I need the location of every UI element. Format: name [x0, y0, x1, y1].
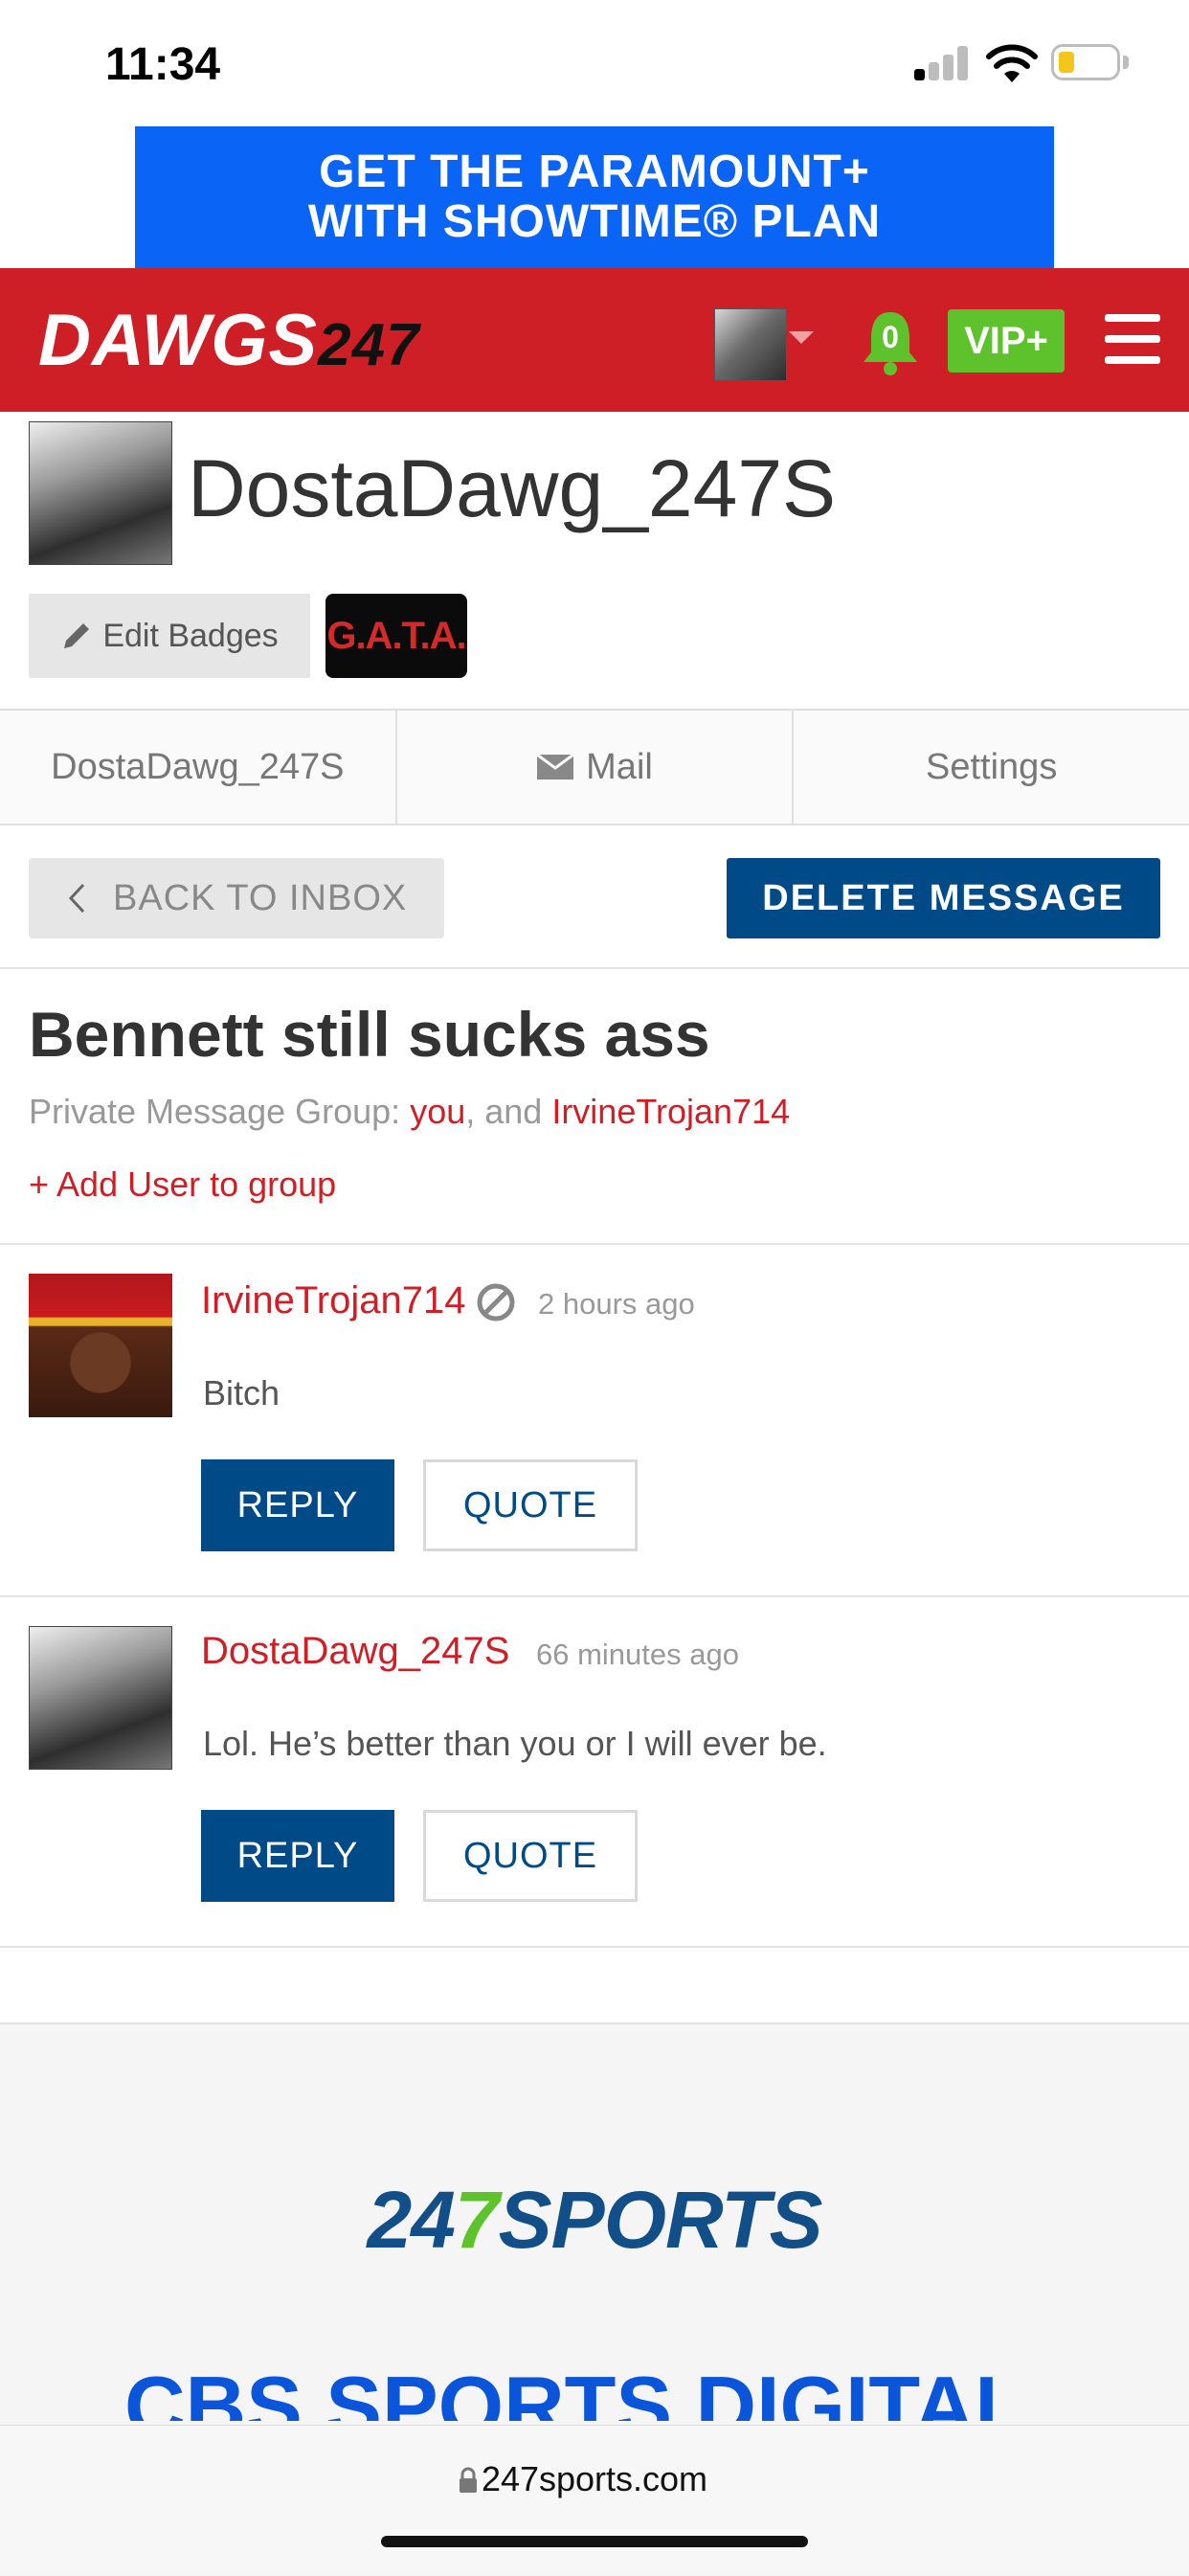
tab-mail-label: Mail	[586, 746, 653, 787]
247sports-logo[interactable]: 247SPORTS	[0, 2174, 1189, 2267]
ad-line-1: GET THE PARAMOUNT+	[319, 147, 870, 197]
battery-icon	[1051, 44, 1120, 80]
tab-settings[interactable]: Settings	[794, 711, 1189, 824]
group-member-link[interactable]: IrvineTrojan714	[551, 1092, 790, 1131]
chevron-left-icon	[68, 883, 85, 914]
gata-badge[interactable]: G.A.T.A.	[325, 594, 467, 678]
ad-banner[interactable]: GET THE PARAMOUNT+ WITH SHOWTIME® PLAN	[135, 126, 1054, 268]
edit-badges-label: Edit Badges	[102, 617, 279, 654]
back-label: BACK TO INBOX	[113, 877, 408, 918]
reply-button[interactable]: REPLY	[201, 1459, 394, 1551]
reply-button[interactable]: REPLY	[201, 1810, 394, 1902]
edit-badges-button[interactable]: Edit Badges	[29, 594, 310, 678]
message-author[interactable]: DostaDawg_247S	[201, 1630, 509, 1673]
add-user-to-group-link[interactable]: + Add User to group	[29, 1164, 336, 1205]
divider	[0, 967, 1189, 969]
header-user-avatar[interactable]	[714, 308, 787, 381]
logo-suffix: SPORTS	[498, 2175, 823, 2265]
group-separator: , and	[465, 1092, 552, 1131]
message-author-avatar	[29, 1626, 172, 1770]
battery-nub	[1123, 56, 1129, 69]
message-time: 66 minutes ago	[536, 1638, 739, 1671]
brand-text: DAWGS	[38, 300, 319, 381]
delete-message-button[interactable]: DELETE MESSAGE	[727, 858, 1160, 938]
status-time: 11:34	[105, 39, 221, 90]
quote-button[interactable]: QUOTE	[423, 1810, 638, 1902]
notification-count: 0	[882, 320, 899, 354]
thread-subject: Bennett still sucks ass	[29, 999, 710, 1070]
tab-mail[interactable]: Mail	[397, 711, 795, 824]
message-author[interactable]: IrvineTrojan714	[201, 1279, 465, 1322]
back-to-inbox-button[interactable]: BACK TO INBOX	[29, 858, 444, 938]
profile-username: DostaDawg_247S	[188, 443, 837, 533]
message-time: 2 hours ago	[538, 1287, 695, 1321]
browser-address-bar[interactable]	[0, 2425, 1189, 2575]
pencil-icon	[64, 623, 90, 648]
mail-icon	[536, 754, 575, 780]
logo-prefix: 24	[367, 2175, 455, 2265]
home-indicator[interactable]	[381, 2536, 808, 2547]
menu-icon[interactable]	[1105, 314, 1160, 364]
group-members-line: Private Message Group: you, and IrvineTr…	[29, 1092, 790, 1132]
tab-profile[interactable]: DostaDawg_247S	[0, 711, 397, 824]
wifi-icon	[986, 44, 1038, 82]
tab-settings-label: Settings	[926, 746, 1058, 787]
logo-seven: 7	[454, 2175, 500, 2265]
vip-button[interactable]: VIP+	[948, 309, 1065, 373]
divider	[0, 1243, 1189, 1245]
profile-avatar	[29, 421, 172, 565]
ad-line-2: WITH SHOWTIME® PLAN	[307, 196, 882, 247]
divider	[0, 1946, 1189, 1948]
browser-url[interactable]: 247sports.com	[0, 2459, 1189, 2499]
block-icon[interactable]	[475, 1281, 517, 1323]
brand-number: 247	[318, 312, 420, 378]
group-member-you[interactable]: you	[410, 1092, 465, 1131]
cellular-signal-icon	[914, 46, 970, 80]
message-author-avatar	[29, 1274, 172, 1417]
tab-profile-label: DostaDawg_247S	[51, 746, 345, 787]
quote-button[interactable]: QUOTE	[423, 1459, 638, 1551]
divider	[0, 1595, 1189, 1597]
profile-tabs: DostaDawg_247S Mail Settings	[0, 709, 1189, 825]
caret-down-icon[interactable]	[789, 331, 814, 344]
message-body: Lol. He’s better than you or I will ever…	[203, 1724, 827, 1763]
cbs-sports-digital-logo[interactable]: CBS SPORTS DIGITAL	[124, 2354, 1082, 2421]
site-logo[interactable]: DAWGS247	[38, 299, 420, 382]
message-body: Bitch	[203, 1373, 280, 1412]
group-prefix: Private Message Group:	[29, 1092, 411, 1131]
